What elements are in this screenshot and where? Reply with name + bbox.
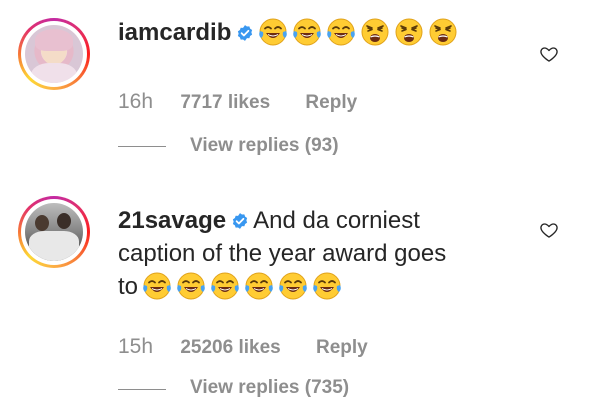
verified-badge-icon bbox=[231, 212, 249, 230]
avatar[interactable] bbox=[18, 18, 90, 90]
comment-meta: 15h 25206 likes Reply bbox=[118, 335, 368, 359]
avatar-photo bbox=[25, 25, 83, 83]
comment-21savage: 21savage And da corniest caption of the y… bbox=[0, 180, 600, 406]
like-count[interactable]: 25206 likes bbox=[180, 337, 280, 358]
face-with-tears-of-joy-icon bbox=[210, 271, 240, 301]
timestamp[interactable]: 15h bbox=[118, 335, 153, 358]
username[interactable]: iamcardib bbox=[118, 19, 231, 46]
reply-button[interactable]: Reply bbox=[305, 92, 357, 113]
face-with-tears-of-joy-icon bbox=[258, 17, 288, 47]
comment-body-line-2: caption of the year award goes bbox=[118, 240, 447, 267]
avatar-border bbox=[21, 21, 87, 87]
comment-line-3: to bbox=[118, 270, 518, 303]
face-with-tears-of-joy-icon bbox=[176, 271, 206, 301]
face-with-tears-of-joy-icon bbox=[326, 17, 356, 47]
replies-divider bbox=[118, 389, 166, 390]
avatar-hair bbox=[35, 29, 73, 51]
comment-body-line-1: And da corniest bbox=[253, 207, 420, 234]
avatar-person-2 bbox=[57, 213, 71, 229]
timestamp[interactable]: 16h bbox=[118, 90, 153, 113]
reply-button[interactable]: Reply bbox=[316, 337, 368, 358]
heart-outline-icon[interactable] bbox=[539, 220, 559, 240]
face-with-tears-of-joy-icon bbox=[278, 271, 308, 301]
face-with-tears-of-joy-icon bbox=[292, 17, 322, 47]
username[interactable]: 21savage bbox=[118, 207, 226, 234]
view-replies-button[interactable]: View replies (93) bbox=[190, 135, 339, 157]
comment-body-line-3: to bbox=[118, 273, 139, 300]
weary-face-icon bbox=[360, 17, 390, 47]
view-replies-button[interactable]: View replies (735) bbox=[190, 377, 349, 399]
comment-line-1: 21savage And da corniest bbox=[118, 204, 518, 237]
avatar[interactable] bbox=[18, 196, 90, 268]
avatar-border bbox=[21, 199, 87, 265]
face-with-tears-of-joy-icon bbox=[244, 271, 274, 301]
weary-face-icon bbox=[394, 17, 424, 47]
comment-meta: 16h 7717 likes Reply bbox=[118, 90, 357, 114]
heart-outline-icon[interactable] bbox=[539, 44, 559, 64]
like-count[interactable]: 7717 likes bbox=[180, 92, 270, 113]
avatar-bodies bbox=[29, 231, 79, 261]
comment-text: 21savage And da corniest caption of the y… bbox=[118, 204, 518, 303]
avatar-person-1 bbox=[35, 215, 49, 231]
avatar-body bbox=[31, 63, 77, 83]
replies-divider bbox=[118, 146, 166, 147]
avatar-photo bbox=[25, 203, 83, 261]
weary-face-icon bbox=[428, 17, 458, 47]
face-with-tears-of-joy-icon bbox=[142, 271, 172, 301]
verified-badge-icon bbox=[236, 24, 254, 42]
face-with-tears-of-joy-icon bbox=[312, 271, 342, 301]
comment-text: iamcardib bbox=[118, 16, 462, 49]
comment-iamcardib: iamcardib 16h 7717 likes Reply View repl… bbox=[0, 0, 600, 180]
